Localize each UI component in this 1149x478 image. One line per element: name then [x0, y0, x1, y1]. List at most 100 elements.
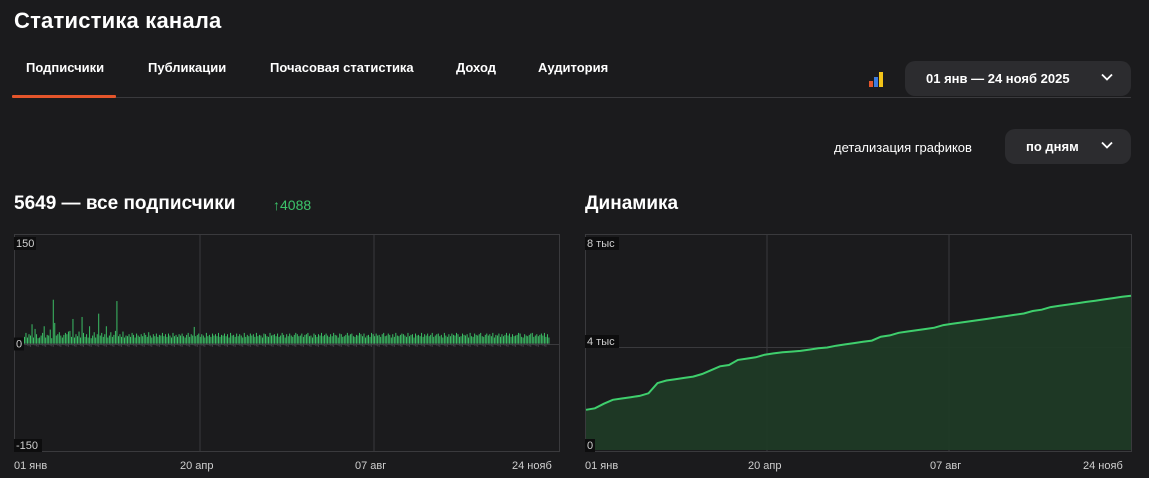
bar-negative: [251, 343, 253, 345]
bar-negative: [378, 343, 380, 347]
bar: [375, 333, 377, 344]
bar-negative: [252, 343, 254, 346]
bar-negative: [387, 343, 389, 345]
date-range-selector[interactable]: 01 янв — 24 нояб 2025: [905, 61, 1131, 96]
bar: [337, 337, 339, 344]
bar: [60, 335, 62, 344]
tab-hourly-stats[interactable]: Почасовая статистика: [270, 60, 414, 97]
bar-negative: [442, 343, 444, 346]
bar-negative: [127, 343, 128, 347]
bar: [412, 334, 413, 344]
bar: [266, 336, 268, 344]
tab-subscribers[interactable]: Подписчики: [11, 60, 117, 98]
bar: [506, 332, 507, 344]
bar: [246, 334, 248, 344]
bar-negative: [440, 343, 442, 345]
bar: [55, 335, 57, 344]
bar: [316, 336, 318, 344]
bar: [495, 334, 497, 344]
bar-negative: [131, 343, 133, 346]
bar: [377, 335, 379, 344]
bar: [357, 335, 359, 344]
bar: [362, 336, 363, 344]
x-tick-right-1: 20 апр: [748, 460, 782, 472]
area-fill: [586, 295, 1131, 450]
bar-negative: [477, 343, 479, 347]
bar-negative: [31, 343, 33, 345]
bar-negative: [460, 343, 462, 347]
bar: [465, 335, 467, 344]
bar-negative: [40, 343, 42, 346]
bar: [124, 337, 125, 344]
bar: [451, 333, 453, 344]
y-tick-label: 4 тыс: [587, 336, 615, 348]
bar: [211, 333, 213, 344]
bar: [413, 337, 415, 344]
bar-negative: [75, 343, 77, 347]
bar-negative: [481, 343, 483, 346]
bar: [136, 333, 138, 344]
bar: [324, 334, 326, 344]
bar-negative: [261, 343, 263, 346]
bar: [386, 335, 388, 344]
dynamics-heading: Динамика: [585, 193, 679, 214]
tab-income[interactable]: Доход: [456, 60, 496, 97]
bar: [333, 332, 335, 344]
bar: [225, 336, 227, 344]
bar-negative: [70, 343, 72, 346]
bar-negative: [24, 343, 25, 345]
detail-selector[interactable]: по дням: [1005, 129, 1131, 164]
bar: [445, 335, 447, 344]
bar: [130, 336, 132, 344]
bar: [152, 334, 154, 344]
bar-negative: [116, 343, 118, 346]
bar: [418, 334, 420, 344]
bar-negative: [280, 343, 282, 347]
bar-negative: [177, 343, 178, 346]
bar-negative: [122, 343, 124, 345]
bar-negative: [389, 343, 391, 346]
bar: [90, 338, 92, 344]
bar-negative: [187, 343, 189, 347]
bar: [271, 335, 272, 344]
bar-negative: [202, 343, 204, 347]
bar-negative: [42, 343, 44, 346]
bar: [463, 334, 465, 344]
bar-negative: [186, 343, 188, 346]
bar-negative: [117, 343, 119, 346]
bar: [166, 336, 168, 344]
bar-negative: [278, 343, 280, 347]
bar: [363, 333, 365, 344]
bar-negative: [104, 343, 106, 347]
bar: [428, 336, 430, 344]
bar: [158, 334, 160, 344]
bar: [431, 332, 433, 344]
tab-publications[interactable]: Публикации: [148, 60, 226, 97]
bar-negative: [245, 343, 247, 346]
bar: [308, 336, 310, 344]
bar-negative: [428, 343, 430, 346]
bar: [436, 334, 438, 344]
bar-negative: [512, 343, 513, 346]
bar-negative: [213, 343, 215, 345]
bar: [349, 334, 351, 344]
bar: [121, 336, 122, 344]
x-tick-left-2: 07 авг: [355, 460, 387, 472]
bar-chart-icon[interactable]: [869, 71, 887, 87]
bar: [296, 334, 298, 344]
bar-negative: [108, 343, 110, 346]
chevron-down-icon: [1101, 73, 1113, 81]
bar: [236, 333, 238, 344]
bar: [330, 334, 332, 344]
tab-audience[interactable]: Аудитория: [538, 60, 608, 97]
bar: [58, 332, 60, 344]
bar: [272, 334, 274, 344]
bar: [503, 336, 504, 344]
bar: [321, 332, 323, 344]
bar: [143, 332, 145, 344]
bar: [507, 335, 509, 344]
bar-negative: [210, 343, 212, 347]
bar-negative: [240, 343, 242, 347]
bar: [228, 337, 230, 344]
bar-negative: [198, 343, 200, 345]
